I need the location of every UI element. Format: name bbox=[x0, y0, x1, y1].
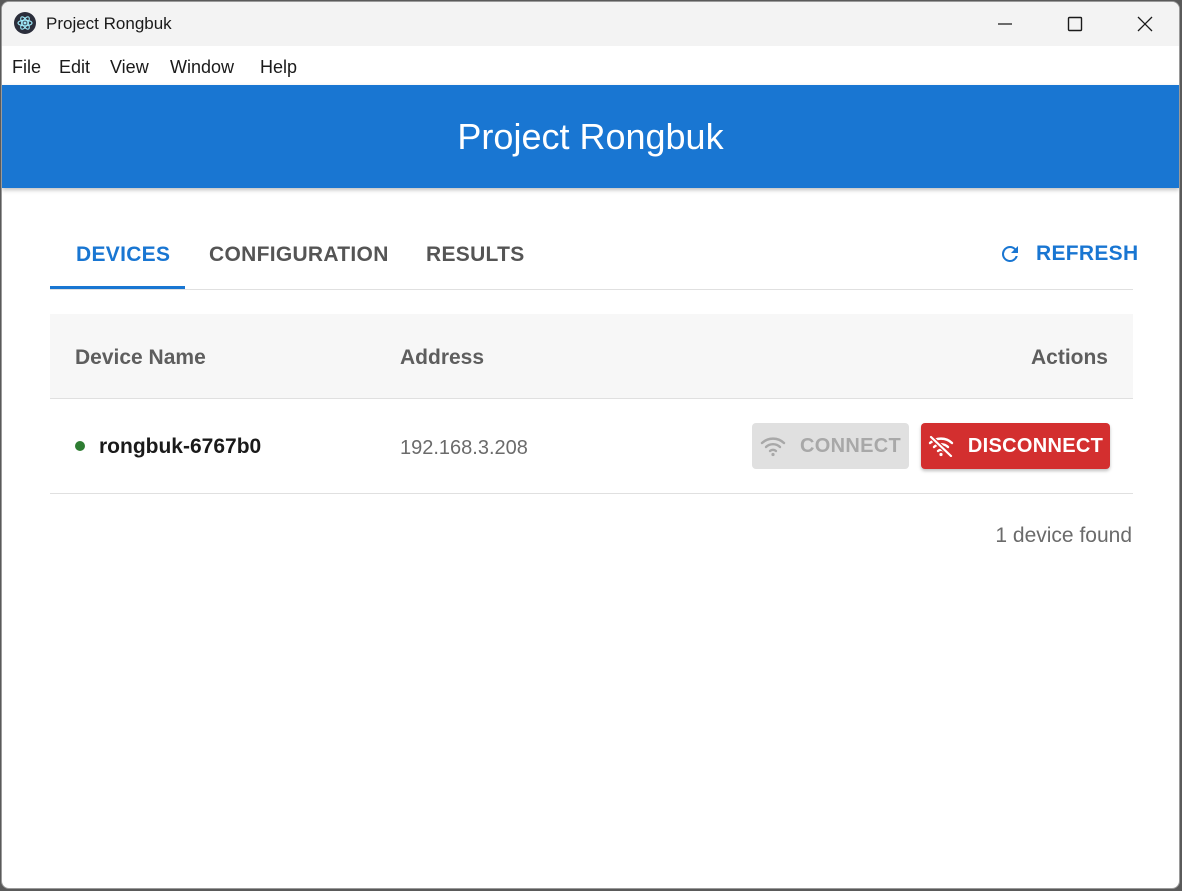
column-header-actions: Actions bbox=[1030, 346, 1108, 369]
column-header-device-name: Device Name bbox=[75, 346, 206, 369]
app-header: Project Rongbuk bbox=[2, 85, 1179, 188]
refresh-label: REFRESH bbox=[1036, 242, 1139, 265]
refresh-icon bbox=[1002, 246, 1018, 262]
device-name: rongbuk-6767b0 bbox=[99, 435, 262, 458]
maximize-button[interactable] bbox=[1040, 2, 1110, 46]
maximize-icon bbox=[1067, 16, 1083, 32]
title-bar[interactable]: Project Rongbuk bbox=[2, 2, 1179, 46]
column-header-address: Address bbox=[400, 346, 485, 369]
menu-edit[interactable]: Edit bbox=[59, 56, 90, 78]
table-header: Device Name Address Actions bbox=[50, 314, 1133, 399]
minimize-button[interactable] bbox=[970, 2, 1040, 46]
device-address: 192.168.3.208 bbox=[400, 437, 528, 459]
menu-file[interactable]: File bbox=[12, 56, 41, 78]
menu-help[interactable]: Help bbox=[260, 56, 297, 78]
app-title: Project Rongbuk bbox=[457, 116, 724, 157]
menu-view[interactable]: View bbox=[110, 56, 149, 78]
wifi-icon bbox=[760, 435, 786, 457]
close-icon bbox=[1137, 16, 1153, 32]
wifi-off-icon bbox=[928, 435, 954, 457]
connect-label: CONNECT bbox=[800, 434, 901, 457]
disconnect-label: DISCONNECT bbox=[967, 434, 1104, 457]
close-button[interactable] bbox=[1110, 2, 1179, 46]
menu-window[interactable]: Window bbox=[170, 56, 234, 78]
device-count: 1 device found bbox=[995, 524, 1132, 547]
window-title: Project Rongbuk bbox=[46, 14, 172, 33]
minimize-icon bbox=[998, 23, 1012, 25]
connect-button[interactable]: CONNECT bbox=[752, 423, 909, 469]
tab-results[interactable]: RESULTS bbox=[426, 242, 525, 268]
app-window: Project Rongbuk File Edit View Window He… bbox=[1, 1, 1180, 889]
disconnect-button[interactable]: DISCONNECT bbox=[921, 423, 1110, 469]
electron-app-icon bbox=[14, 12, 36, 34]
refresh-button[interactable]: REFRESH bbox=[998, 238, 1138, 270]
menu-bar: File Edit View Window Help bbox=[2, 46, 1179, 86]
tabs-divider bbox=[50, 289, 1133, 290]
status-online-dot bbox=[75, 441, 85, 451]
tab-configuration[interactable]: CONFIGURATION bbox=[209, 242, 389, 268]
table-row: rongbuk-6767b0 192.168.3.208 CONNECT DIS… bbox=[50, 399, 1133, 494]
tab-devices[interactable]: DEVICES bbox=[76, 242, 170, 268]
